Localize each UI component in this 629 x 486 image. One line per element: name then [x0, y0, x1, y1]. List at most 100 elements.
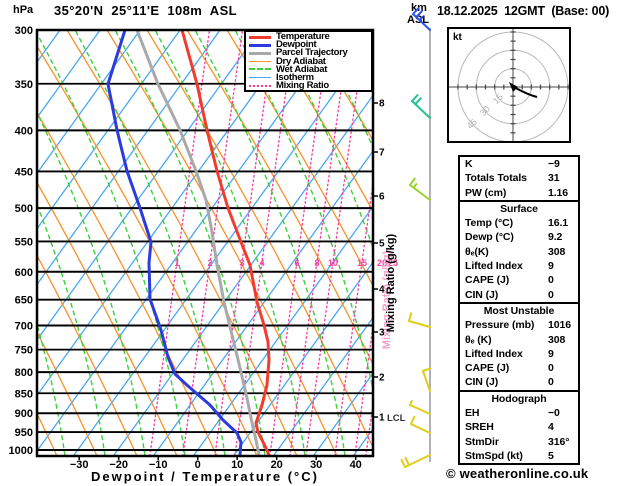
wind-barb	[409, 399, 431, 415]
stats-row: Lifted Index 9	[460, 259, 578, 273]
stats-section-title: Most Unstable	[483, 304, 555, 317]
svg-text:15: 15	[491, 92, 505, 106]
plot-border	[35, 28, 375, 458]
stats-row-label: CAPE (J)	[465, 274, 510, 287]
legend-line-swatch	[249, 51, 271, 55]
stats-row: StmSpd (kt) 5	[460, 449, 578, 463]
stats-row: StmDir 316°	[460, 435, 578, 449]
svg-text:15: 15	[357, 258, 367, 268]
svg-text:550: 550	[15, 236, 33, 248]
chart-legend: Temperature Dewpoint Parcel Trajectory Dry …	[244, 30, 373, 92]
svg-text:LCL: LCL	[387, 413, 406, 424]
svg-text:6: 6	[379, 192, 385, 203]
wind-barb	[409, 177, 431, 201]
temperature-axis: −30 −20 −10 0 10 20 30 40Dewpoint / Temperature…	[70, 456, 362, 484]
svg-text:Dewpoint / Temperature (°C): Dewpoint / Temperature (°C)	[91, 469, 319, 484]
svg-text:450: 450	[15, 166, 33, 178]
svg-text:2: 2	[207, 258, 212, 268]
stats-row-label: θₑ (K)	[465, 333, 492, 346]
stats-row-label: Dewp (°C)	[465, 231, 514, 244]
wind-barb-column	[400, 7, 432, 468]
svg-text:7: 7	[379, 148, 385, 159]
stats-row-value: 1016	[548, 319, 571, 332]
pressure-tick-labels: 300 350 400 450 500 550 600 650 700 750 800 850 900 9…	[9, 25, 33, 457]
stats-row-label: CIN (J)	[465, 376, 499, 389]
svg-text:3: 3	[379, 328, 385, 339]
stats-row-value: 4	[548, 421, 554, 434]
stats-row-label: StmSpd (kt)	[465, 449, 523, 462]
stats-row-value: −9	[548, 158, 560, 170]
svg-text:6: 6	[294, 258, 299, 268]
svg-text:2: 2	[379, 373, 385, 384]
stats-row-label: Temp (°C)	[465, 217, 514, 230]
stats-row-value: 316°	[548, 435, 570, 448]
stats-row-value: −0	[548, 407, 560, 420]
legend-line-swatch	[249, 60, 271, 63]
hodograph-trace	[513, 86, 538, 98]
stats-row: SREH 4	[460, 420, 578, 434]
stats-row-label: StmDir	[465, 435, 499, 448]
sounding-indices-table: K −9 Totals Totals 31 PW (cm) 1.16 Surface Temp…	[458, 155, 580, 466]
stats-section: Most Unstable Pressure (mb) 1016 θₑ (K) 308 L…	[460, 301, 578, 390]
stats-row-label: Pressure (mb)	[465, 319, 535, 332]
legend-line-swatch	[249, 35, 271, 39]
svg-text:750: 750	[15, 345, 33, 357]
stats-row-value: 16.1	[548, 217, 569, 230]
svg-text:Mixing Ratio (g/kg): Mixing Ratio (g/kg)	[385, 233, 397, 332]
stats-row-label: Totals Totals	[465, 172, 527, 185]
datetime-label: 18.12.2025 12GMT (Base: 00)	[437, 4, 610, 18]
mixing-ratio-value-labels: 1 2 3 4 6 8 10 15 20 25	[174, 258, 398, 268]
stats-row: CIN (J) 0	[460, 375, 578, 389]
stats-row-value: 5	[548, 449, 554, 462]
stats-row-label: CIN (J)	[465, 288, 499, 301]
stats-row: Dewp (°C) 9.2	[460, 230, 578, 244]
stats-section: K −9 Totals Totals 31 PW (cm) 1.16	[460, 157, 578, 200]
wind-barb	[400, 454, 431, 468]
stats-row-value: 9	[548, 260, 554, 273]
stats-row-value: 31	[548, 172, 560, 185]
stats-row-value: 308	[548, 333, 566, 346]
stats-row: CIN (J) 0	[460, 288, 578, 302]
stats-row: EH −0	[460, 406, 578, 420]
svg-text:700: 700	[15, 321, 33, 333]
stats-row-label: θₑ(K)	[465, 245, 489, 258]
stats-row-label: CAPE (J)	[465, 362, 510, 375]
stats-row: CAPE (J) 0	[460, 273, 578, 287]
wind-barb	[408, 312, 431, 328]
svg-text:3: 3	[239, 258, 244, 268]
stats-row-label: K	[465, 158, 473, 170]
legend-item-label: Mixing Ratio	[276, 79, 329, 91]
svg-text:10: 10	[328, 258, 338, 268]
wind-barb	[411, 94, 431, 119]
stats-row-value: 308	[548, 245, 566, 258]
svg-text:8: 8	[314, 258, 319, 268]
stats-row-value: 9.2	[548, 231, 563, 244]
legend-line-swatch	[249, 68, 271, 71]
legend-line-swatch	[249, 76, 271, 79]
stats-row-value: 0	[548, 288, 554, 301]
stats-row-label: EH	[465, 407, 480, 420]
stats-section: Hodograph EH −0 SREH 4 StmDir 316° StmSpd (kt) 5	[460, 389, 578, 463]
wind-barb	[410, 415, 431, 434]
hodograph: 153045kt	[447, 27, 571, 143]
stats-row-value: 0	[548, 362, 554, 375]
stats-row-value: 9	[548, 347, 554, 360]
stats-row-label: Lifted Index	[465, 260, 523, 273]
stats-row: θₑ(K) 308	[460, 245, 578, 259]
svg-text:1: 1	[379, 413, 385, 424]
svg-text:8: 8	[379, 99, 385, 110]
svg-text:500: 500	[15, 203, 33, 215]
stats-row: θₑ (K) 308	[460, 333, 578, 347]
svg-text:650: 650	[15, 295, 33, 307]
svg-text:400: 400	[15, 125, 33, 137]
svg-text:350: 350	[15, 79, 33, 91]
stats-row-label: SREH	[465, 421, 494, 434]
stats-row: PW (cm) 1.16	[460, 186, 578, 200]
stats-row-value: 0	[548, 274, 554, 287]
svg-text:4: 4	[379, 285, 385, 296]
credit-link[interactable]: © weatheronline.co.uk	[446, 466, 588, 481]
stats-row: K −9	[460, 157, 578, 171]
svg-text:5: 5	[379, 239, 385, 250]
svg-text:40: 40	[350, 459, 362, 471]
svg-text:900: 900	[15, 408, 33, 420]
